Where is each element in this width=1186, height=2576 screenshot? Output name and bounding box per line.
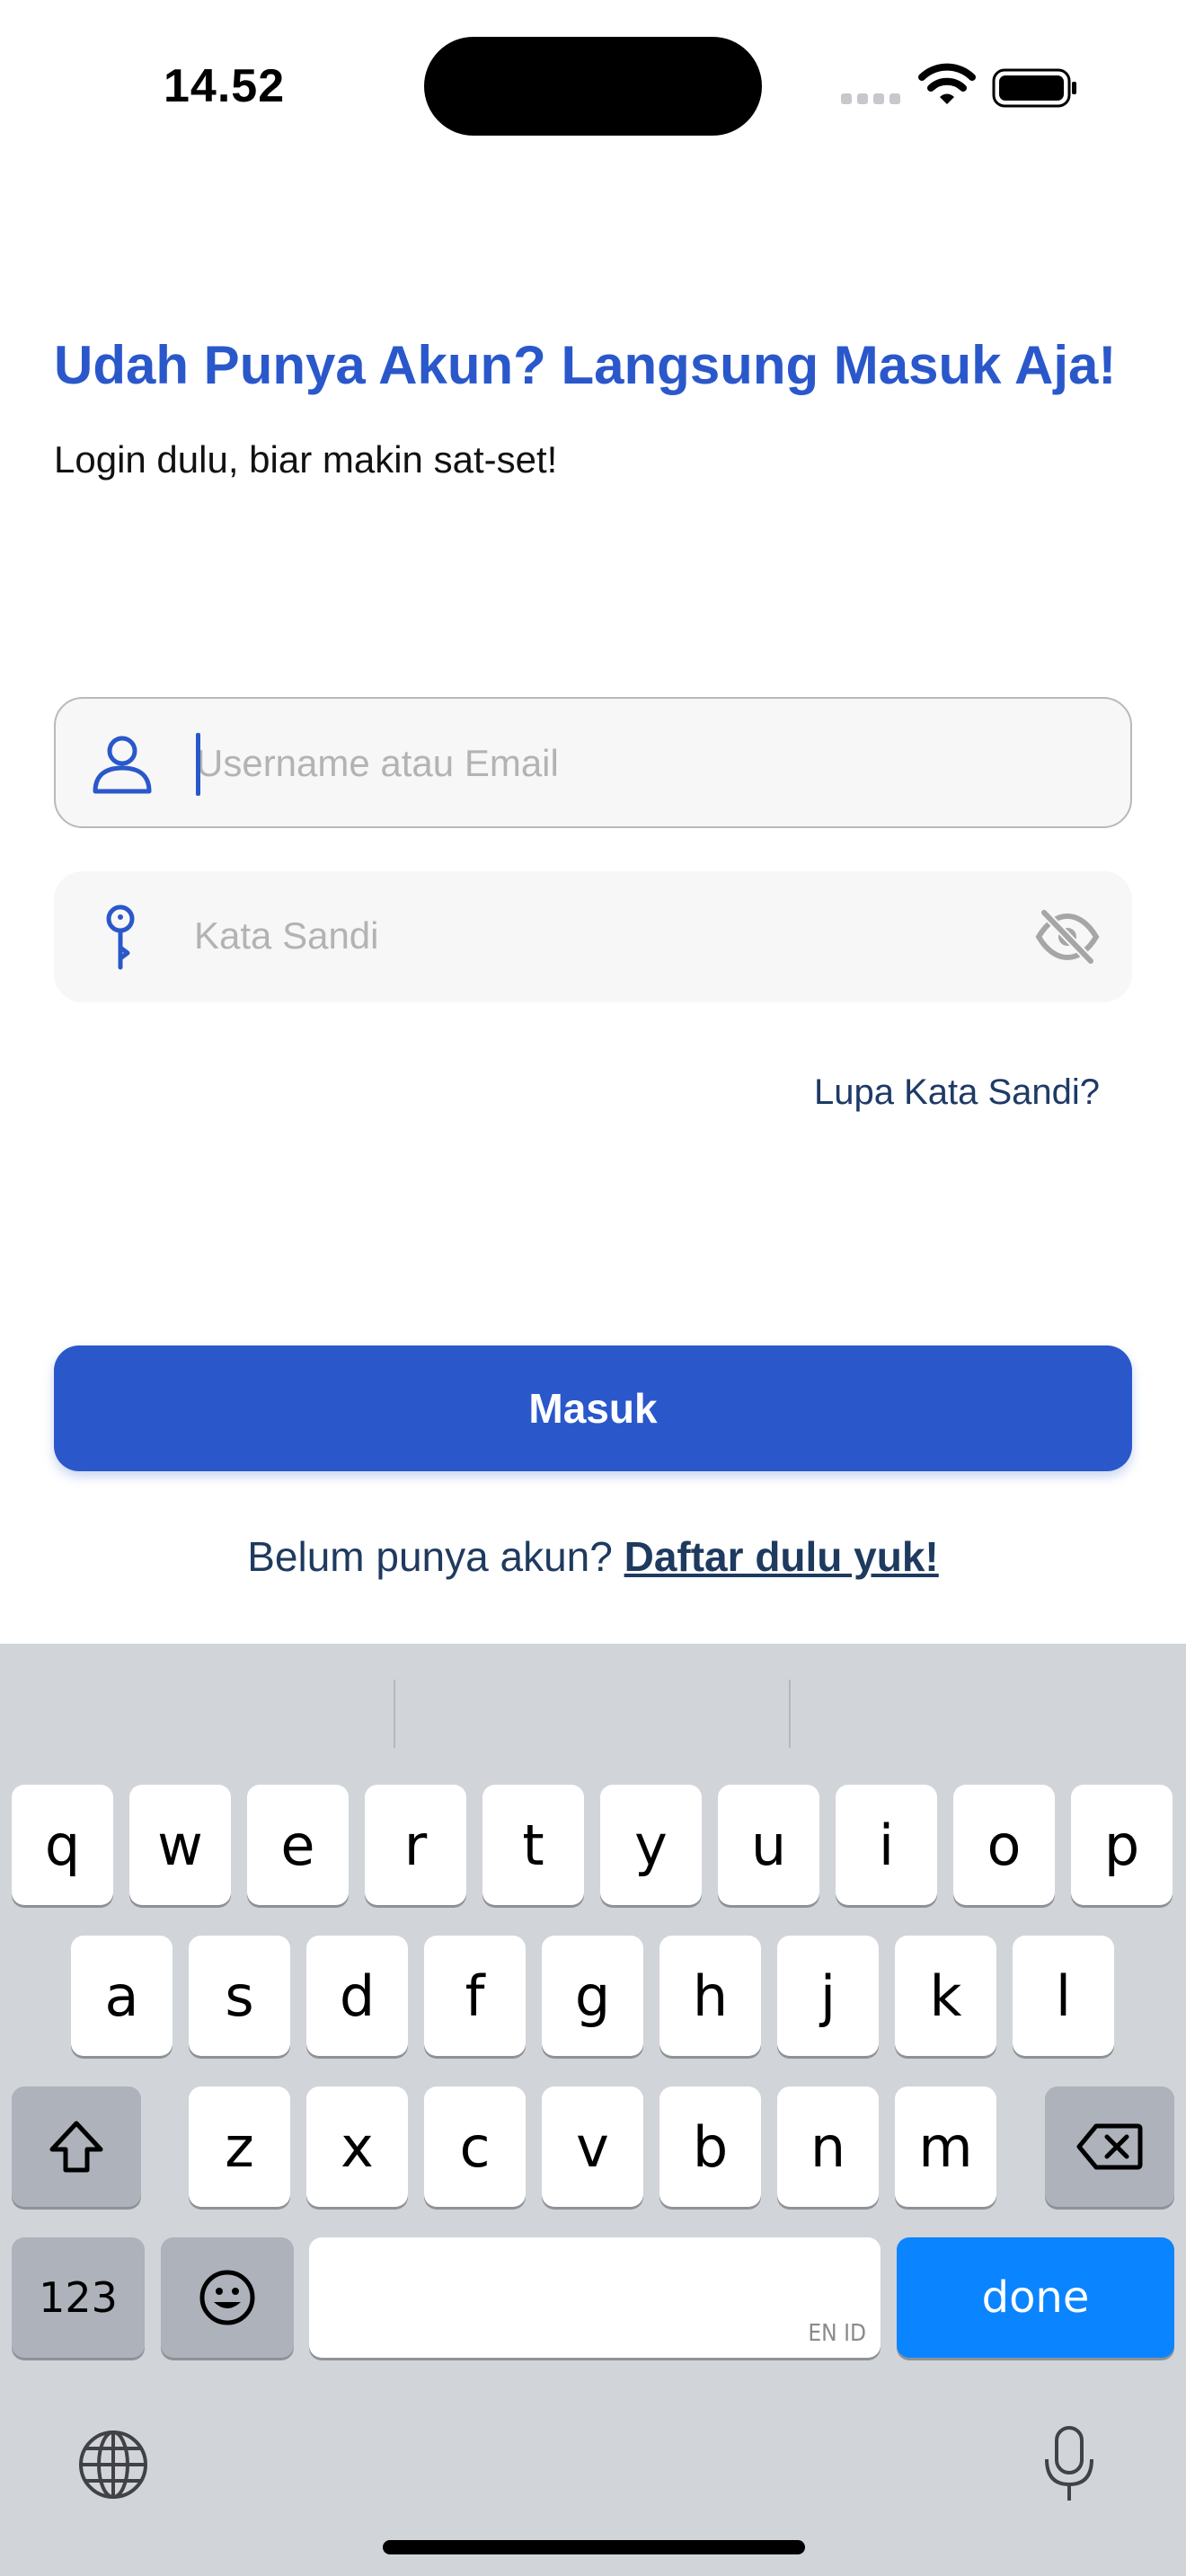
delete-icon (1076, 2123, 1143, 2170)
globe-icon[interactable] (77, 2429, 149, 2501)
key-v[interactable]: v (542, 2086, 643, 2207)
status-time: 14.52 (164, 60, 286, 112)
key-f[interactable]: f (424, 1936, 526, 2056)
key-o[interactable]: o (953, 1785, 1055, 1905)
status-bar: 14.52 (0, 0, 1186, 171)
key-a[interactable]: a (71, 1936, 173, 2056)
register-prompt-text: Belum punya akun? (247, 1533, 624, 1580)
shift-key[interactable] (12, 2086, 141, 2207)
key-x[interactable]: x (306, 2086, 408, 2207)
key-p[interactable]: p (1071, 1785, 1173, 1905)
key-u[interactable]: u (718, 1785, 819, 1905)
login-screen: 14.52 Udah Punya Akun? Langsung Masuk Aj… (0, 0, 1186, 2576)
password-field[interactable]: Kata Sandi (54, 871, 1132, 1002)
key-q[interactable]: q (12, 1785, 113, 1905)
key-s[interactable]: s (189, 1936, 290, 2056)
user-icon (93, 736, 152, 794)
home-indicator[interactable] (383, 2540, 805, 2554)
key-k[interactable]: k (895, 1936, 996, 2056)
page-title: Udah Punya Akun? Langsung Masuk Aja! (54, 335, 1117, 395)
dynamic-island (424, 37, 762, 136)
keyboard-language-hint: EN ID (808, 2320, 866, 2347)
suggestion-divider (394, 1680, 395, 1748)
key-b[interactable]: b (659, 2086, 761, 2207)
numbers-key[interactable]: 123 (12, 2237, 145, 2358)
key-r[interactable]: r (365, 1785, 466, 1905)
key-d[interactable]: d (306, 1936, 408, 2056)
battery-icon (992, 68, 1076, 108)
key-icon (106, 904, 135, 970)
microphone-icon[interactable] (1042, 2425, 1096, 2504)
done-key[interactable]: done (897, 2237, 1174, 2358)
key-t[interactable]: t (482, 1785, 584, 1905)
register-link[interactable]: Daftar dulu yuk! (624, 1533, 939, 1580)
emoji-key[interactable] (161, 2237, 294, 2358)
username-placeholder: Username atau Email (196, 742, 559, 784)
text-caret (196, 733, 200, 796)
key-y[interactable]: y (600, 1785, 702, 1905)
key-n[interactable]: n (777, 2086, 879, 2207)
space-key[interactable]: EN ID (309, 2237, 881, 2358)
key-i[interactable]: i (836, 1785, 937, 1905)
cellular-signal-icon (841, 93, 904, 106)
key-m[interactable]: m (895, 2086, 996, 2207)
username-field[interactable]: Username atau Email (54, 697, 1132, 828)
key-l[interactable]: l (1013, 1936, 1114, 2056)
key-z[interactable]: z (189, 2086, 290, 2207)
eye-off-icon[interactable] (1035, 907, 1100, 966)
wifi-icon (918, 63, 976, 104)
page-subtitle: Login dulu, biar makin sat-set! (54, 438, 558, 481)
login-button[interactable]: Masuk (54, 1345, 1132, 1471)
delete-key[interactable] (1045, 2086, 1174, 2207)
suggestion-divider (789, 1680, 791, 1748)
key-e[interactable]: e (247, 1785, 349, 1905)
key-h[interactable]: h (659, 1936, 761, 2056)
key-j[interactable]: j (777, 1936, 879, 2056)
key-c[interactable]: c (424, 2086, 526, 2207)
key-w[interactable]: w (129, 1785, 231, 1905)
emoji-icon (199, 2270, 255, 2325)
shift-icon (49, 2121, 103, 2173)
password-placeholder: Kata Sandi (194, 914, 379, 957)
register-prompt-row: Belum punya akun? Daftar dulu yuk! (0, 1532, 1186, 1581)
forgot-password-link[interactable]: Lupa Kata Sandi? (814, 1072, 1100, 1113)
key-g[interactable]: g (542, 1936, 643, 2056)
